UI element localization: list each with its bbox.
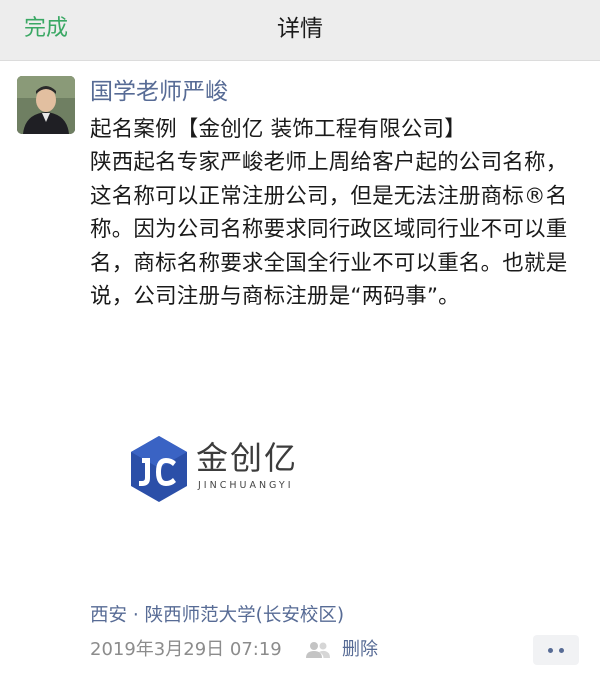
avatar-photo bbox=[17, 76, 75, 134]
author-name[interactable]: 国学老师严峻 bbox=[90, 76, 228, 108]
location-link[interactable]: 西安 · 陕西师范大学(长安校区) bbox=[90, 602, 344, 630]
logo-chinese-text: 金创亿 bbox=[196, 439, 299, 477]
avatar[interactable] bbox=[17, 76, 75, 134]
page-title: 详情 bbox=[277, 16, 323, 42]
friends-visibility-icon[interactable] bbox=[305, 640, 331, 660]
logo-english-text: JINCHUANGYI bbox=[198, 480, 294, 491]
navigation-bar: 完成 详情 bbox=[0, 0, 600, 61]
post-image[interactable]: 金创亿 JINCHUANGYI bbox=[128, 432, 328, 506]
more-icon-dot bbox=[559, 648, 564, 653]
post-timestamp: 2019年3月29日 07:19 bbox=[90, 639, 282, 660]
jc-logo-icon bbox=[131, 436, 187, 502]
post-text: 起名案例【金创亿 装饰工程有限公司】 陕西起名专家严峻老师上周给客户起的公司名称… bbox=[90, 117, 568, 310]
delete-button[interactable]: 删除 bbox=[342, 636, 378, 664]
more-icon bbox=[548, 648, 553, 653]
more-button[interactable] bbox=[533, 635, 579, 665]
